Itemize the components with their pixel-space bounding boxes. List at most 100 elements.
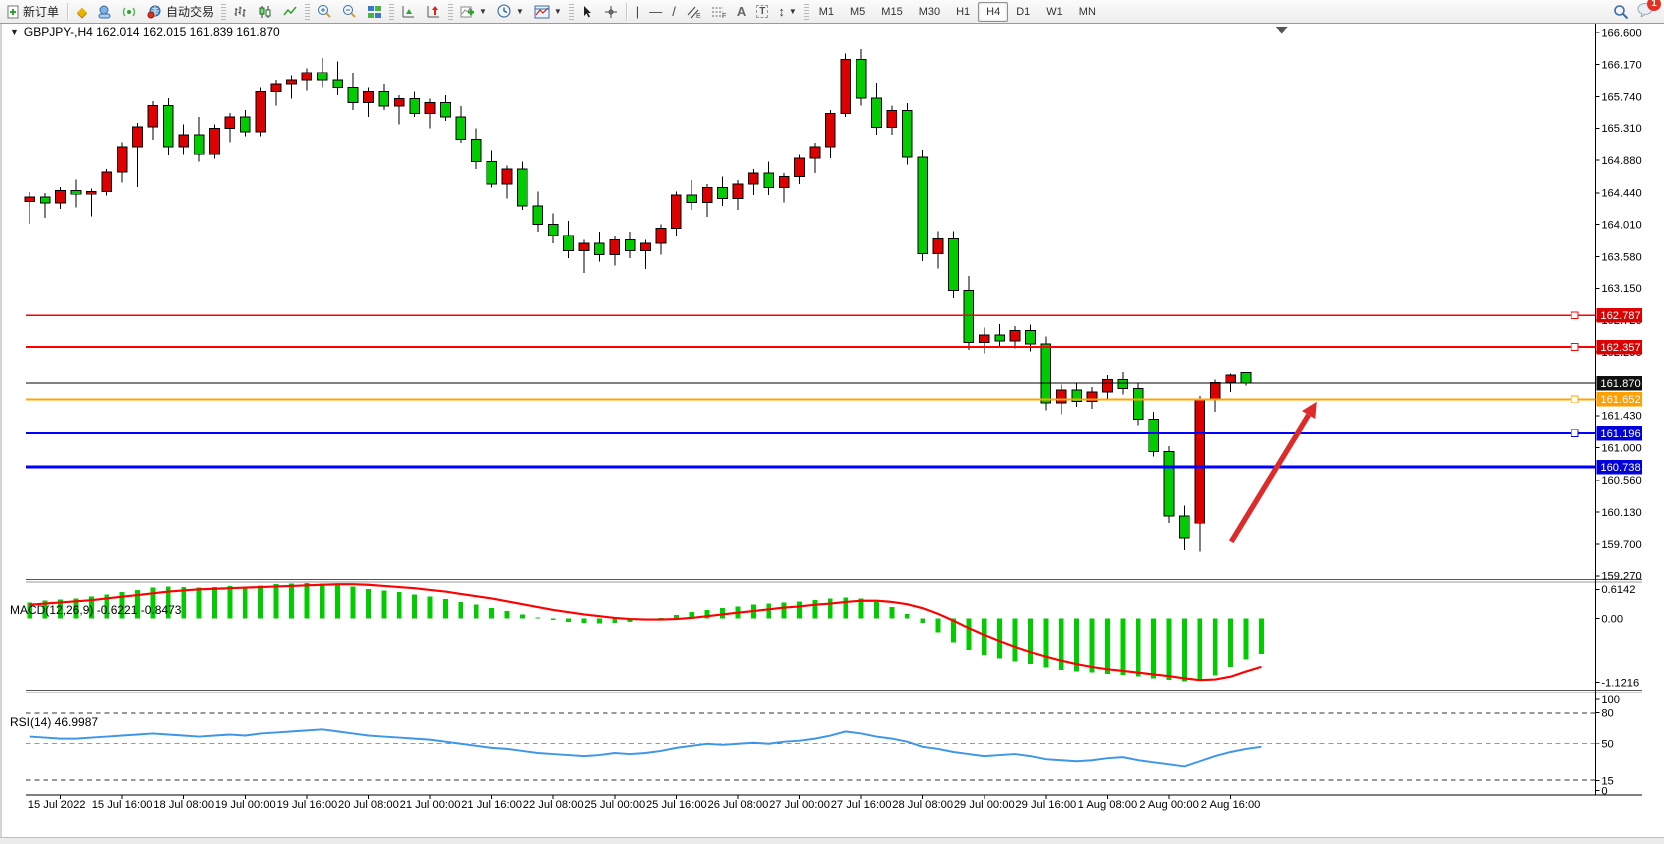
- candle-body: [333, 80, 343, 87]
- chart-window[interactable]: ▼ GBPJPY-,H4 162.014 162.015 161.839 161…: [0, 24, 1664, 837]
- candle-body: [256, 91, 266, 132]
- market-watch-button[interactable]: ◆: [72, 1, 92, 23]
- horizontal-line[interactable]: [26, 344, 1596, 351]
- search-icon[interactable]: [1613, 4, 1629, 20]
- timeframe-m15[interactable]: M15: [873, 2, 910, 22]
- candle-body: [1195, 399, 1205, 523]
- cursor-tool-button[interactable]: [576, 1, 599, 23]
- indicators-button[interactable]: ▼: [455, 1, 492, 23]
- horizontal-line-icon: —: [649, 5, 662, 18]
- bar-chart-button[interactable]: [228, 1, 253, 23]
- candle-body: [394, 99, 404, 106]
- timeframe-m30[interactable]: M30: [911, 2, 948, 22]
- fibonacci-tool-button[interactable]: F: [706, 1, 732, 23]
- macd-bar: [289, 584, 294, 619]
- candle-body: [379, 91, 389, 106]
- timeframe-m5[interactable]: M5: [842, 2, 873, 22]
- candle-body: [902, 111, 912, 158]
- equidistant-channel-tool-button[interactable]: E: [681, 1, 706, 23]
- candle-body: [518, 169, 528, 206]
- price-tick-label: 161.430: [1601, 411, 1641, 423]
- chart-canvas[interactable]: 166.600166.170165.740165.310164.880164.4…: [2, 24, 1664, 837]
- notifications-button[interactable]: 1: [1637, 2, 1654, 22]
- time-axis[interactable]: 15 Jul 202215 Jul 16:0018 Jul 08:0019 Ju…: [28, 795, 1261, 811]
- tile-windows-button[interactable]: [362, 1, 387, 23]
- vertical-line-tool-button[interactable]: |: [631, 1, 644, 23]
- zoom-in-button[interactable]: [312, 1, 337, 23]
- candle-body: [887, 111, 897, 128]
- periods-button[interactable]: ▼: [492, 1, 529, 23]
- chart-shift-marker[interactable]: [1276, 27, 1288, 34]
- toolbar-grip: [389, 4, 394, 20]
- macd-tick-label: 0.00: [1601, 613, 1623, 625]
- vertical-line-icon: |: [636, 5, 639, 18]
- macd-bar: [1090, 618, 1095, 672]
- candle-body: [949, 239, 959, 291]
- macd-bar: [889, 607, 894, 618]
- timeframe-d1[interactable]: D1: [1008, 2, 1038, 22]
- candle-body: [1103, 379, 1113, 392]
- cursor-icon: [581, 5, 594, 19]
- candle-body: [425, 102, 435, 113]
- time-tick-label: 28 Jul 08:00: [892, 799, 953, 811]
- new-order-button[interactable]: 新订单: [2, 1, 64, 23]
- macd-bar: [1213, 618, 1218, 675]
- horizontal-line-tool-button[interactable]: —: [644, 1, 667, 23]
- dropdown-caret-icon: ▼: [516, 7, 524, 16]
- timeframe-h1[interactable]: H1: [948, 2, 978, 22]
- line-handle[interactable]: [1571, 396, 1578, 403]
- macd-bar: [227, 586, 232, 619]
- trend-arrow-annotation[interactable]: [1231, 402, 1316, 542]
- candle-body: [1210, 382, 1220, 398]
- line-handle[interactable]: [1571, 344, 1578, 351]
- text-label-tool-button[interactable]: T: [751, 1, 773, 23]
- zoom-out-button[interactable]: [337, 1, 362, 23]
- timeframe-h4[interactable]: H4: [978, 2, 1008, 22]
- line-handle[interactable]: [1571, 312, 1578, 319]
- timeframe-m1[interactable]: M1: [811, 2, 842, 22]
- crosshair-tool-button[interactable]: [599, 1, 623, 23]
- arrows-tool-button[interactable]: ↕ ▼: [773, 1, 801, 23]
- signals-button[interactable]: [117, 1, 142, 23]
- time-tick-label: 20 Jul 08:00: [338, 799, 399, 811]
- auto-scroll-button[interactable]: [396, 1, 421, 23]
- macd-bar: [197, 588, 202, 619]
- candle-body: [364, 91, 374, 102]
- candle-body: [748, 173, 758, 184]
- candle-body: [918, 157, 928, 253]
- text-tool-button[interactable]: A: [732, 1, 751, 23]
- horizontal-line[interactable]: [26, 396, 1596, 403]
- symbol-dropdown-icon[interactable]: ▼: [10, 27, 19, 37]
- timeframe-mn[interactable]: MN: [1071, 2, 1104, 22]
- toolbar-grip: [221, 4, 226, 20]
- chart-shift-button[interactable]: [421, 1, 446, 23]
- templates-button[interactable]: ▼: [529, 1, 567, 23]
- time-tick-label: 26 Jul 08:00: [708, 799, 769, 811]
- data-window-button[interactable]: [92, 1, 117, 23]
- macd-bar: [335, 585, 340, 619]
- price-line-label: 161.652: [1596, 392, 1642, 407]
- macd-bar: [412, 594, 417, 618]
- macd-bar: [1013, 618, 1018, 661]
- horizontal-line[interactable]: [26, 312, 1596, 319]
- macd-bar: [458, 602, 463, 619]
- price-line-label: 160.738: [1596, 460, 1642, 475]
- trendline-tool-button[interactable]: /: [667, 1, 681, 23]
- autotrading-button[interactable]: 自动交易: [142, 1, 219, 23]
- window-bottom-strip: [0, 837, 1664, 844]
- dropdown-caret-icon: ▼: [554, 7, 562, 16]
- timeframe-w1[interactable]: W1: [1038, 2, 1071, 22]
- line-handle[interactable]: [1571, 430, 1578, 437]
- line-chart-button[interactable]: [278, 1, 303, 23]
- dropdown-caret-icon: ▼: [789, 7, 797, 16]
- time-tick-label: 27 Jul 16:00: [831, 799, 892, 811]
- price-tick-label: 164.010: [1601, 220, 1641, 232]
- candlestick-chart-button[interactable]: [253, 1, 278, 23]
- macd-bar: [874, 602, 879, 619]
- toolbar-grip: [569, 4, 574, 20]
- macd-bar: [966, 618, 971, 649]
- candle-body: [564, 236, 574, 251]
- horizontal-line[interactable]: [26, 430, 1596, 437]
- macd-bar: [1167, 618, 1172, 680]
- macd-bar: [1228, 618, 1233, 667]
